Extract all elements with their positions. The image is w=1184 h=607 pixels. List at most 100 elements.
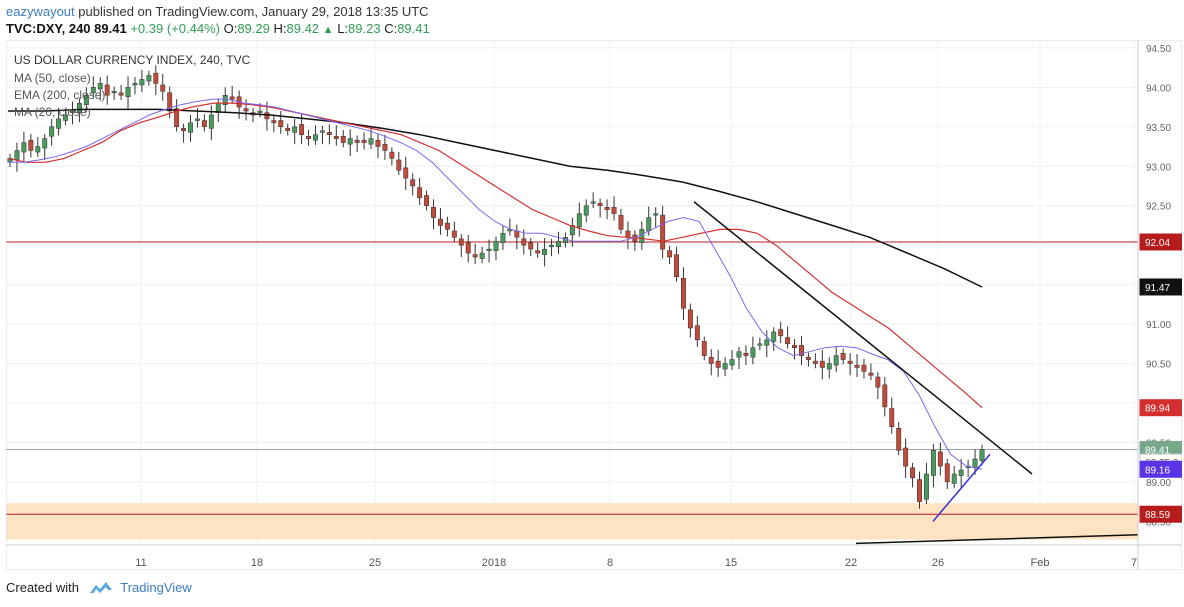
x-tick-label: 18 bbox=[251, 557, 263, 569]
candle-body bbox=[410, 179, 416, 187]
price-chart[interactable]: 94.5094.0093.5093.0092.5092.0091.5091.00… bbox=[5, 39, 1183, 571]
author-link[interactable]: eazywayout bbox=[6, 4, 75, 19]
candle-body bbox=[451, 230, 457, 238]
x-tick-label: 2018 bbox=[482, 557, 506, 569]
candle-body bbox=[146, 75, 152, 82]
candle-body bbox=[729, 359, 735, 366]
candle-body bbox=[514, 230, 520, 238]
candle-body bbox=[778, 329, 784, 337]
candle-body bbox=[625, 230, 631, 238]
candle-body bbox=[611, 207, 617, 214]
y-tick-label: 90.50 bbox=[1146, 360, 1171, 371]
candle-body bbox=[125, 87, 131, 98]
close-value: 89.41 bbox=[397, 21, 430, 36]
candle-body bbox=[35, 146, 41, 153]
candle-body bbox=[910, 467, 916, 479]
candle-body bbox=[556, 240, 561, 247]
candle-body bbox=[49, 126, 55, 137]
legend-ema200[interactable]: EMA (200, close) bbox=[14, 88, 105, 102]
candle-body bbox=[208, 114, 214, 129]
x-tick-label: Feb bbox=[1031, 557, 1050, 569]
x-tick-label: 22 bbox=[845, 557, 857, 569]
candle-body bbox=[694, 325, 700, 341]
candle-body bbox=[875, 376, 881, 388]
candle-body bbox=[972, 458, 978, 468]
candle-body bbox=[181, 128, 187, 131]
candle-body bbox=[500, 233, 506, 244]
candle-body bbox=[118, 92, 124, 96]
y-tick-label: 92.50 bbox=[1146, 202, 1171, 213]
candle-body bbox=[764, 339, 770, 346]
tradingview-brand-link[interactable]: TradingView bbox=[120, 580, 192, 595]
candle-body bbox=[681, 278, 686, 309]
candle-body bbox=[937, 451, 943, 467]
candle-body bbox=[347, 138, 353, 145]
candle-body bbox=[785, 337, 791, 345]
candle-body bbox=[188, 122, 193, 133]
candle-body bbox=[944, 463, 950, 483]
candle-body bbox=[431, 207, 436, 218]
candle-body bbox=[306, 136, 311, 139]
x-tick-label: 15 bbox=[725, 557, 737, 569]
candle-body bbox=[375, 139, 381, 147]
y-tick-label: 94.00 bbox=[1146, 83, 1171, 94]
y-tick-label: 89.00 bbox=[1146, 478, 1171, 489]
ohlc-line: TVC:DXY, 240 89.41 +0.39 (+0.44%) O:89.2… bbox=[6, 20, 430, 39]
candle-body bbox=[687, 309, 693, 329]
candle-body bbox=[132, 83, 138, 86]
created-with-text: Created with bbox=[6, 580, 79, 595]
candle-body bbox=[951, 473, 957, 484]
candle-body bbox=[56, 118, 62, 129]
candle-body bbox=[750, 347, 756, 358]
candle-body bbox=[542, 248, 548, 255]
candle-body bbox=[924, 473, 929, 500]
candle-body bbox=[722, 363, 728, 370]
candle-body bbox=[368, 138, 374, 145]
candle-body bbox=[812, 360, 818, 364]
candle-body bbox=[139, 79, 145, 86]
candle-body bbox=[319, 130, 325, 133]
candle-body bbox=[583, 205, 589, 216]
symbol-label: TVC:DXY, 240 bbox=[6, 21, 91, 36]
candle-body bbox=[653, 213, 659, 216]
candle-body bbox=[521, 238, 527, 246]
candle-body bbox=[590, 201, 596, 204]
candle-body bbox=[819, 360, 825, 368]
candle-body bbox=[896, 427, 902, 451]
candle-body bbox=[882, 384, 888, 408]
candle-body bbox=[257, 110, 263, 113]
price-tag-label: 89.94 bbox=[1145, 404, 1170, 415]
candle-body bbox=[42, 138, 48, 149]
candle-body bbox=[340, 136, 346, 143]
candle-body bbox=[917, 479, 922, 502]
y-tick-label: 93.50 bbox=[1146, 123, 1171, 134]
candle-body bbox=[736, 351, 742, 358]
low-value: 89.23 bbox=[348, 21, 381, 36]
candle-body bbox=[826, 363, 832, 370]
x-tick-label: 11 bbox=[135, 557, 146, 569]
legend-ma20[interactable]: MA (20, close) bbox=[14, 105, 91, 119]
close-label: C: bbox=[384, 21, 398, 36]
candle-body bbox=[361, 139, 367, 143]
candle-body bbox=[153, 72, 159, 84]
candle-body bbox=[930, 450, 936, 476]
candle-body bbox=[771, 331, 777, 342]
candle-body bbox=[28, 139, 34, 151]
time-axis[interactable]: 11 18 25 2018 8 15 22 26 Feb 7 bbox=[135, 557, 1137, 569]
high-label: H: bbox=[273, 21, 287, 36]
candle-body bbox=[472, 254, 478, 258]
low-label: L: bbox=[337, 21, 349, 36]
legend-ma50[interactable]: MA (50, close) bbox=[14, 71, 91, 85]
price-tag-label: 88.59 bbox=[1145, 510, 1170, 521]
candle-body bbox=[847, 360, 853, 364]
trendline-resistance[interactable] bbox=[693, 201, 1033, 475]
chart-area[interactable]: 94.5094.0093.5093.0092.5092.0091.5091.00… bbox=[5, 39, 1183, 571]
x-tick-label: 26 bbox=[932, 557, 944, 569]
candle-body bbox=[639, 229, 645, 244]
candle-body bbox=[757, 343, 763, 346]
candle-body bbox=[597, 203, 603, 206]
candle-body bbox=[111, 91, 117, 94]
candle-body bbox=[333, 136, 339, 139]
candle-body bbox=[285, 128, 291, 131]
y-tick-label: 94.50 bbox=[1146, 44, 1171, 55]
